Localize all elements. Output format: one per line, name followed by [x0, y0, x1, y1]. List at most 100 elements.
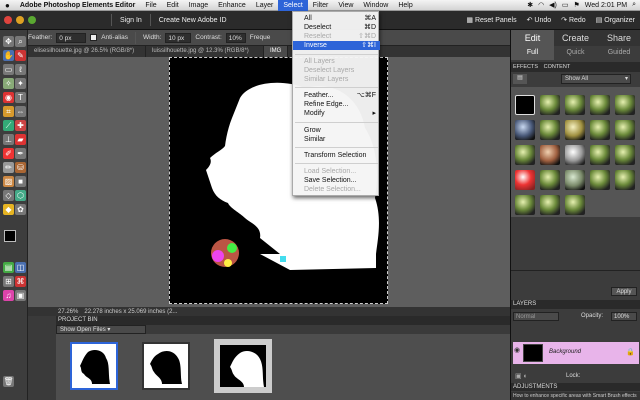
width-field[interactable]: 10 px	[165, 32, 192, 43]
type-tool-icon[interactable]: T	[15, 92, 26, 103]
effects-category-icon[interactable]: ▤	[513, 74, 527, 84]
antialias-checkbox[interactable]	[90, 34, 98, 41]
effect-swatch[interactable]	[540, 120, 560, 140]
menu-item-reselect[interactable]: Reselect ⇧⌘D	[293, 32, 380, 41]
menu-select[interactable]: Select	[278, 0, 308, 11]
straighten-tool-icon[interactable]: ⟋	[3, 120, 14, 131]
show-open-files-select[interactable]: Show Open Files ▾	[56, 325, 146, 334]
tab-share[interactable]: Share	[597, 30, 640, 46]
project-bin-header[interactable]: PROJECT BIN	[56, 316, 510, 325]
menu-item-similar[interactable]: Similar	[293, 135, 380, 144]
menu-item-feather[interactable]: Feather... ⌥⌘F	[293, 91, 380, 100]
menu-edit[interactable]: Edit	[162, 2, 184, 9]
close-window-button[interactable]	[4, 16, 12, 24]
tab-edit[interactable]: Edit	[511, 30, 554, 46]
opacity-field[interactable]: 100%	[611, 312, 637, 321]
clone-stamp-tool-icon[interactable]: ⊥	[3, 134, 14, 145]
effect-swatch[interactable]	[565, 195, 585, 215]
reset-panels-button[interactable]: ▦ Reset Panels	[461, 16, 521, 24]
trash-icon[interactable]: 🗑	[3, 376, 14, 387]
tip-text[interactable]: How to enhance specific areas with Smart…	[511, 392, 640, 400]
battery-icon[interactable]: ▭	[562, 1, 569, 9]
eyedropper-tool-icon[interactable]: ✎	[15, 50, 26, 61]
smart-brush-tool-icon[interactable]: ✒	[15, 148, 26, 159]
tab-quick[interactable]: Quick	[554, 46, 597, 60]
blur-tool-icon[interactable]: ◇	[3, 190, 14, 201]
menu-item-transform-selection[interactable]: Transform Selection	[293, 151, 380, 160]
menu-item-save-selection[interactable]: Save Selection...	[293, 176, 380, 185]
bin-thumbnail[interactable]	[70, 342, 118, 390]
effect-swatch[interactable]	[615, 145, 635, 165]
effect-swatch[interactable]	[515, 120, 535, 140]
tab-create[interactable]: Create	[554, 30, 597, 46]
bin-thumbnail[interactable]	[142, 342, 190, 390]
blend-mode-select[interactable]: Normal	[513, 312, 559, 321]
menu-item-deselect-layers[interactable]: Deselect Layers	[293, 66, 380, 75]
effect-swatch[interactable]	[590, 170, 610, 190]
menu-item-delete-selection[interactable]: Delete Selection...	[293, 185, 380, 194]
clock[interactable]: Wed 2:01 PM	[585, 2, 627, 9]
cookie-cutter-tool-icon[interactable]: ◆	[3, 204, 14, 215]
menu-enhance[interactable]: Enhance	[213, 2, 251, 9]
undo-button[interactable]: ↶ Undo	[522, 16, 557, 24]
menu-item-all-layers[interactable]: All Layers	[293, 57, 380, 66]
apply-button[interactable]: Apply	[611, 287, 637, 296]
effect-swatch[interactable]	[540, 145, 560, 165]
healing-brush-tool-icon[interactable]: ✚	[15, 120, 26, 131]
effect-swatch[interactable]	[615, 170, 635, 190]
menu-layer[interactable]: Layer	[251, 2, 279, 9]
flag-icon[interactable]: ⚑	[574, 1, 580, 9]
wifi-icon[interactable]: ◠	[538, 1, 544, 9]
effect-swatch[interactable]	[540, 95, 560, 115]
adjustments-header[interactable]: ADJUSTMENTS	[511, 383, 640, 391]
menu-window[interactable]: Window	[358, 2, 393, 9]
lasso-tool-icon[interactable]: ℓ	[15, 64, 26, 75]
effect-swatch[interactable]	[515, 170, 535, 190]
shape-tool-icon[interactable]: ■	[15, 176, 26, 187]
camera-raw-icon[interactable]: ▤	[3, 262, 14, 273]
pencil-tool-icon[interactable]: ✏	[3, 162, 14, 173]
menu-item-deselect[interactable]: Deselect ⌘D	[293, 23, 380, 32]
tab-full[interactable]: Full	[511, 46, 554, 60]
effect-swatch[interactable]	[540, 170, 560, 190]
hand-tool-icon[interactable]: ✋	[3, 50, 14, 61]
show-all-select[interactable]: Show All ▾	[561, 74, 631, 84]
tab-img[interactable]: IMG	[264, 46, 289, 57]
layer-row-background[interactable]: ◉ Background 🔒	[513, 342, 639, 364]
grid-icon[interactable]: ⊞	[3, 276, 14, 287]
itunes-icon[interactable]: ♫	[3, 290, 14, 301]
effect-swatch[interactable]	[565, 120, 585, 140]
magic-wand-tool-icon[interactable]: ✧	[3, 78, 14, 89]
sponge-tool-icon[interactable]: ⬡	[15, 190, 26, 201]
effect-swatch[interactable]	[565, 145, 585, 165]
tab-luissilhouette[interactable]: luissilhouette.jpg @ 12.3% (RGB/8*)	[146, 46, 264, 57]
contrast-field[interactable]: 10%	[225, 32, 246, 43]
visibility-eye-icon[interactable]: ◉	[514, 346, 520, 354]
effect-swatch[interactable]	[590, 95, 610, 115]
bin-thumbnail-active[interactable]	[214, 339, 272, 393]
acrobat-icon[interactable]: ⌘	[15, 276, 26, 287]
tab-effects[interactable]: EFFECTS	[513, 64, 538, 70]
menu-image[interactable]: Image	[184, 2, 213, 9]
layers-header[interactable]: LAYERS	[511, 300, 640, 309]
zoom-tool-icon[interactable]: ⌕	[15, 36, 26, 47]
effect-swatch[interactable]	[615, 120, 635, 140]
effect-swatch[interactable]	[565, 170, 585, 190]
menu-filter[interactable]: Filter	[308, 2, 334, 9]
tab-elisesilhouette[interactable]: elisesilhouette.jpg @ 26.5% (RGB/8*)	[28, 46, 146, 57]
menu-app[interactable]: Adobe Photoshop Elements Editor	[15, 2, 141, 9]
menu-item-grow[interactable]: Grow	[293, 126, 380, 135]
menu-file[interactable]: File	[140, 2, 161, 9]
paint-bucket-tool-icon[interactable]: ⛁	[15, 162, 26, 173]
tab-content[interactable]: CONTENT	[544, 64, 571, 70]
zoom-window-button[interactable]	[28, 16, 36, 24]
custom-shape-tool-icon[interactable]: ✿	[15, 204, 26, 215]
dock-app-icon[interactable]: ▣	[15, 290, 26, 301]
quick-selection-tool-icon[interactable]: ✦	[15, 78, 26, 89]
bluetooth-icon[interactable]: ✱	[527, 1, 533, 9]
effect-swatch[interactable]	[590, 120, 610, 140]
gradient-tool-icon[interactable]: ▨	[3, 176, 14, 187]
menu-item-inverse[interactable]: Inverse ⇧⌘I	[293, 41, 380, 50]
effect-swatch[interactable]	[515, 195, 535, 215]
marquee-tool-icon[interactable]: ▭	[3, 64, 14, 75]
